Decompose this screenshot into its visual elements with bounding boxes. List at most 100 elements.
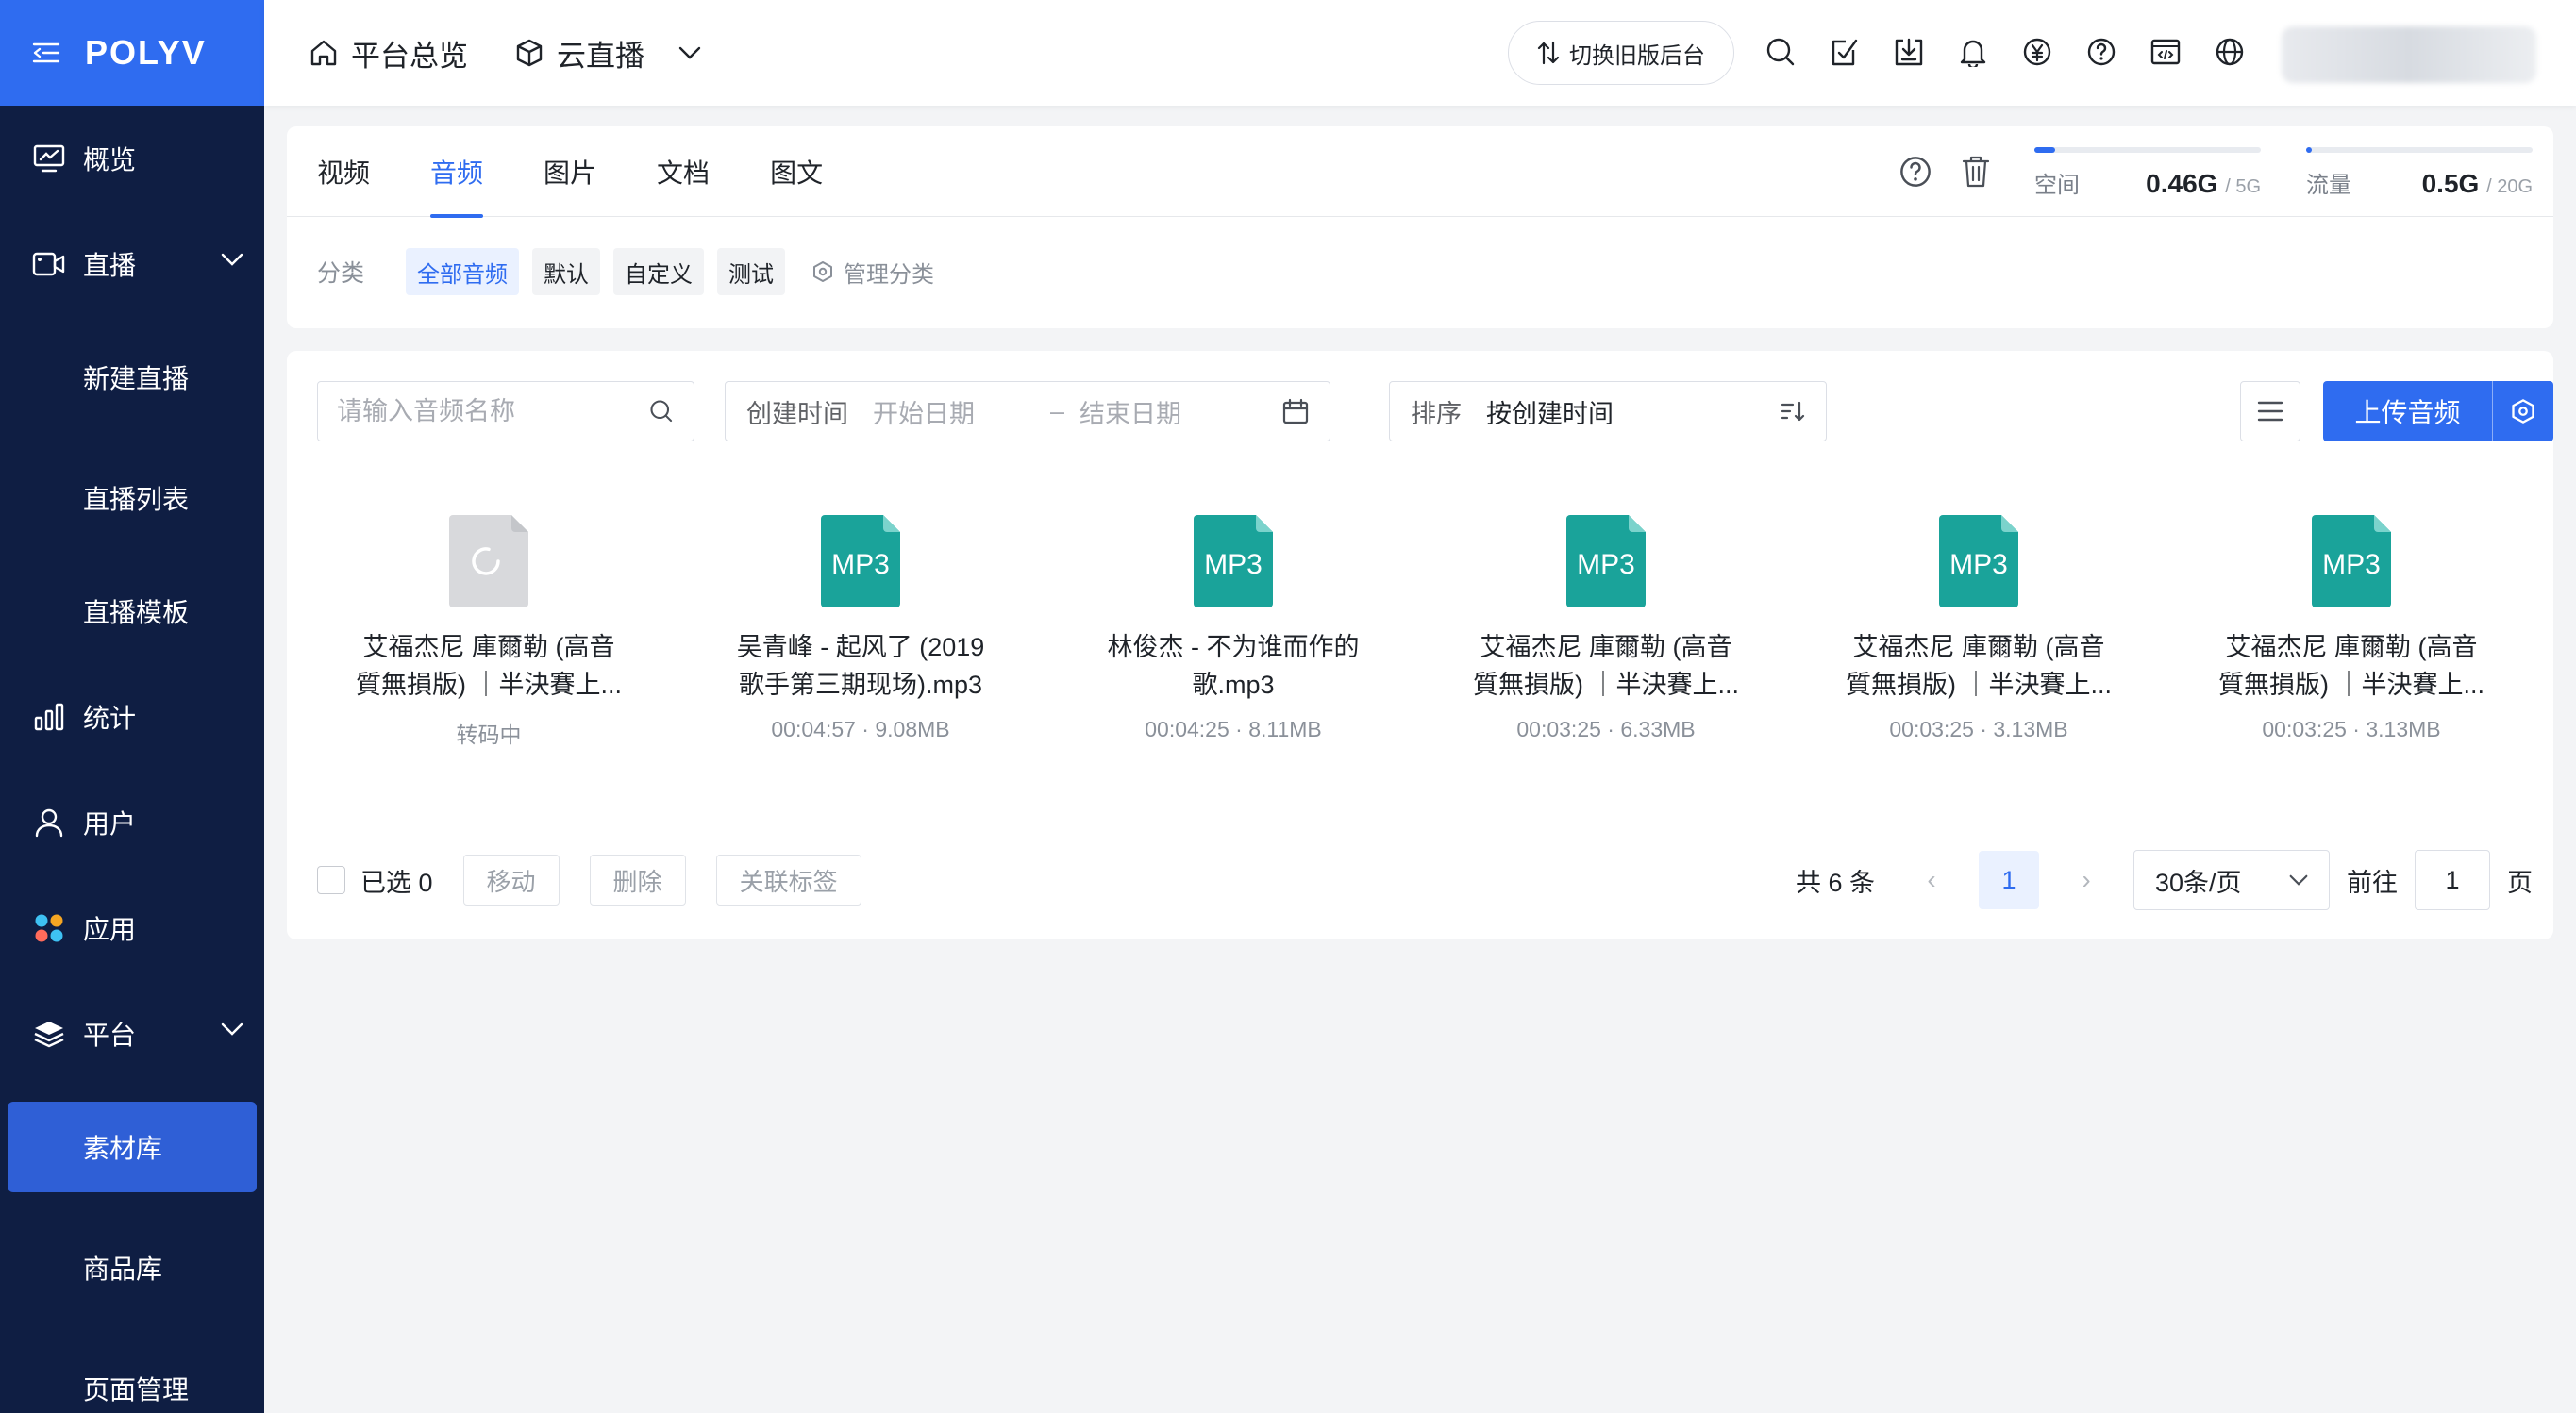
traffic-usage-fill [2306, 147, 2312, 153]
bar-chart-icon [32, 700, 66, 734]
file-name-line: 艾福杰尼 庫爾勒 (高音 [2225, 633, 2478, 661]
category-label: 分类 [317, 260, 365, 287]
settings-hex-icon [811, 260, 834, 283]
library-header-panel: 视频 音频 图片 文档 图文 空间 0.46G / 5G 流量 0.5G / 2… [287, 126, 2553, 328]
mp3-file-icon: MP3 [2312, 515, 2391, 607]
layers-icon [32, 1017, 66, 1051]
sidebar-item-label: 直播列表 [83, 485, 190, 514]
audio-grid: 艾福杰尼 庫爾勒 (高音 質無損版) ｜半決賽上... 转码中 MP3 吴青峰 -… [287, 515, 2553, 751]
tab-image[interactable]: 图片 [544, 126, 596, 217]
product-switcher[interactable]: 云直播 [515, 32, 701, 75]
sidebar-item-platform[interactable]: 平台 [0, 981, 264, 1087]
sidebar-item-live-list[interactable]: 直播列表 [0, 438, 264, 558]
task-check-icon[interactable] [1827, 34, 1863, 70]
video-icon [32, 247, 66, 281]
move-button[interactable]: 移动 [462, 855, 560, 906]
billing-yuan-icon[interactable] [2019, 34, 2055, 70]
globe-icon[interactable] [2212, 34, 2248, 70]
chevron-down-icon [221, 253, 243, 266]
sort-select[interactable]: 排序 按创建时间 [1389, 381, 1827, 441]
collapse-menu-icon[interactable] [32, 42, 60, 64]
sidebar-item-overview[interactable]: 概览 [0, 106, 264, 211]
file-meta: 00:04:57 · 9.08MB [771, 717, 950, 741]
file-meta: 00:04:25 · 8.11MB [1145, 717, 1322, 741]
tab-graphic[interactable]: 图文 [770, 126, 823, 217]
page-size-value: 30条/页 [2155, 868, 2242, 897]
file-name-line: 吴青峰 - 起风了 (2019 [736, 633, 985, 661]
start-date-input[interactable]: 开始日期 [873, 393, 1043, 430]
manage-categories-label: 管理分类 [844, 261, 935, 288]
sidebar-item-users[interactable]: 用户 [0, 770, 264, 875]
file-name: 艾福杰尼 庫爾勒 (高音 質無損版) ｜半決賽上... [1455, 628, 1757, 704]
list-view-toggle[interactable] [2240, 381, 2300, 441]
upload-settings-button[interactable] [2493, 381, 2553, 441]
category-custom[interactable]: 自定义 [613, 248, 705, 295]
date-separator: – [1050, 396, 1065, 425]
sidebar-item-live[interactable]: 直播 [0, 211, 264, 317]
brand-bar: POLYV [0, 0, 264, 106]
audio-file-card[interactable]: MP3 艾福杰尼 庫爾勒 (高音 質無損版) ｜半決賽上... 00:03:25 … [2200, 515, 2502, 742]
audio-file-card[interactable]: MP3 吴青峰 - 起风了 (2019 歌手第三期现场).mp3 00:04:57… [710, 515, 1012, 742]
help-icon[interactable] [2083, 34, 2119, 70]
category-test[interactable]: 测试 [717, 248, 786, 295]
tab-audio[interactable]: 音频 [430, 126, 484, 218]
file-status: 转码中 [456, 723, 522, 747]
avatar[interactable] [2282, 26, 2536, 83]
sidebar-item-page-management[interactable]: 页面管理 [0, 1328, 264, 1413]
tab-video[interactable]: 视频 [317, 126, 370, 217]
link-tag-button[interactable]: 关联标签 [715, 855, 861, 906]
pagination: 共 6 条 ‹ 1 › 30条/页 前往 1 页 [1796, 850, 2533, 910]
chevron-down-icon [221, 1022, 243, 1036]
help-icon[interactable] [1897, 153, 1934, 191]
mp3-badge: MP3 [1949, 549, 2008, 580]
audio-file-card[interactable]: MP3 林俊杰 - 不为谁而作的 歌.mp3 00:04:25 · 8.11MB [1082, 515, 1384, 742]
sidebar-item-label: 页面管理 [83, 1375, 190, 1405]
search-input[interactable] [337, 396, 620, 426]
sidebar-item-apps[interactable]: 应用 [0, 875, 264, 981]
prev-page-button[interactable]: ‹ [1913, 865, 1950, 895]
sidebar-item-label: 概览 [83, 145, 137, 175]
tab-label: 图文 [770, 158, 824, 188]
sidebar-item-label: 统计 [83, 704, 137, 733]
chevron-down-icon [678, 46, 701, 59]
search-icon[interactable] [1763, 34, 1798, 70]
file-name-line: 歌.mp3 [1192, 671, 1275, 699]
audio-file-card[interactable]: MP3 艾福杰尼 庫爾勒 (高音 質無損版) ｜半決賽上... 00:03:25 … [1828, 515, 2130, 742]
category-default[interactable]: 默认 [532, 248, 601, 295]
tab-document[interactable]: 文档 [657, 126, 710, 217]
platform-overview-link[interactable]: 平台总览 [309, 32, 468, 75]
switch-old-backend-button[interactable]: 切换旧版后台 [1508, 21, 1734, 85]
sidebar: POLYV 概览 直播 新建直播 直播列表 直播模板 统计 用户 应用 平台 素… [0, 0, 264, 1413]
file-name-line: 艾福杰尼 庫爾勒 (高音 [1852, 633, 2105, 661]
date-range-picker[interactable]: 创建时间 开始日期 – 结束日期 [725, 381, 1330, 441]
sidebar-item-new-live[interactable]: 新建直播 [0, 317, 264, 438]
upload-audio-button[interactable]: 上传音频 [2323, 381, 2493, 441]
end-date-input[interactable]: 结束日期 [1079, 393, 1249, 430]
search-icon[interactable] [648, 398, 675, 424]
sidebar-item-material-library[interactable]: 素材库 [8, 1102, 257, 1192]
brand-logo[interactable]: POLYV [85, 33, 207, 73]
sidebar-item-live-template[interactable]: 直播模板 [0, 558, 264, 664]
goto-page-input[interactable]: 1 [2415, 850, 2490, 910]
bell-icon[interactable] [1955, 34, 1991, 70]
chevron-down-icon [2289, 874, 2308, 886]
audio-file-card[interactable]: 艾福杰尼 庫爾勒 (高音 質無損版) ｜半決賽上... 转码中 [338, 515, 640, 749]
filter-bar: 创建时间 开始日期 – 结束日期 排序 按创建时间 上传音频 [317, 381, 2553, 441]
select-all-checkbox[interactable] [317, 866, 345, 894]
page-number-current[interactable]: 1 [1979, 851, 2039, 909]
apps-icon [32, 911, 66, 945]
audio-file-card[interactable]: MP3 艾福杰尼 庫爾勒 (高音 質無損版) ｜半決賽上... 00:03:25 … [1455, 515, 1757, 742]
next-page-button[interactable]: › [2067, 865, 2105, 895]
category-all-audio[interactable]: 全部音频 [406, 248, 520, 295]
space-value: 0.46G / 5G [2146, 169, 2261, 199]
download-icon[interactable] [1891, 34, 1927, 70]
goto-label: 前往 [2347, 868, 2398, 897]
sidebar-item-product-library[interactable]: 商品库 [0, 1207, 264, 1328]
manage-categories-button[interactable]: 管理分类 [811, 256, 934, 289]
developer-code-icon[interactable] [2148, 34, 2183, 70]
trash-icon[interactable] [1957, 153, 1995, 191]
page-size-select[interactable]: 30条/页 [2133, 850, 2330, 910]
space-used: 0.46G [2146, 169, 2218, 198]
sidebar-item-stats[interactable]: 统计 [0, 664, 264, 770]
delete-button[interactable]: 删除 [589, 855, 686, 906]
